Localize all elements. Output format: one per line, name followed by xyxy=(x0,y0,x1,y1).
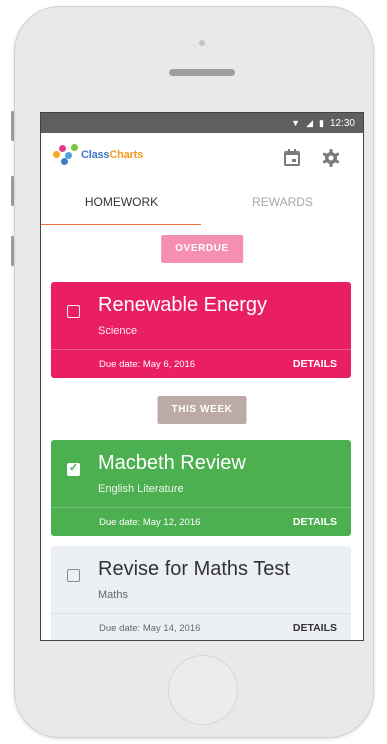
tab-bar: HOMEWORK REWARDS xyxy=(41,187,363,226)
homework-card[interactable]: Renewable Energy Science Due date: May 6… xyxy=(51,282,351,378)
homework-card[interactable]: ✓ Macbeth Review English Literature Due … xyxy=(51,440,351,536)
tab-rewards[interactable]: REWARDS xyxy=(202,187,363,225)
details-button[interactable]: DETAILS xyxy=(293,358,337,370)
classcharts-logo: ClassCharts xyxy=(53,143,143,167)
status-time: 12:30 xyxy=(329,117,355,129)
section-label-this-week: THIS WEEK xyxy=(157,396,247,424)
calendar-icon[interactable] xyxy=(281,147,303,169)
homework-card[interactable]: Revise for Maths Test Maths Due date: Ma… xyxy=(51,546,351,640)
checkmark-icon: ✓ xyxy=(69,462,79,474)
app-bar: ClassCharts xyxy=(41,133,363,187)
tab-homework[interactable]: HOMEWORK xyxy=(41,187,202,225)
phone-speaker xyxy=(169,69,235,76)
details-button[interactable]: DETAILS xyxy=(293,516,337,528)
homework-subject: Maths xyxy=(98,589,128,601)
gear-icon[interactable] xyxy=(320,147,342,169)
phone-side-button xyxy=(11,176,14,206)
wifi-icon: ▼ xyxy=(291,118,301,128)
homework-title: Revise for Maths Test xyxy=(98,558,290,580)
homework-subject: Science xyxy=(98,325,138,337)
homework-subject: English Literature xyxy=(98,483,184,495)
homework-title: Renewable Energy xyxy=(98,294,267,316)
battery-icon: ▮ xyxy=(319,117,324,128)
section-label-overdue: OVERDUE xyxy=(161,235,243,263)
phone-screen: ▼ ◢ ▮ 12:30 ClassCharts HOMEWORK REWARDS… xyxy=(41,113,363,640)
signal-icon: ◢ xyxy=(306,117,314,128)
complete-checkbox[interactable]: ✓ xyxy=(67,462,80,476)
complete-checkbox[interactable] xyxy=(67,569,80,582)
phone-camera xyxy=(199,40,205,46)
logo-mark-icon xyxy=(53,143,79,167)
due-date: Due date: May 12, 2016 xyxy=(99,517,201,528)
logo-text-class: Class xyxy=(81,149,110,161)
logo-text-charts: Charts xyxy=(109,149,144,161)
phone-side-button xyxy=(11,236,14,266)
homework-list: OVERDUE Renewable Energy Science Due dat… xyxy=(41,225,363,640)
homework-title: Macbeth Review xyxy=(98,452,246,474)
phone-side-button xyxy=(11,111,14,141)
due-date: Due date: May 6, 2016 xyxy=(99,359,196,370)
complete-checkbox[interactable] xyxy=(67,305,80,318)
status-bar: ▼ ◢ ▮ 12:30 xyxy=(41,113,363,133)
home-button[interactable] xyxy=(168,655,238,725)
due-date: Due date: May 14, 2016 xyxy=(99,623,201,634)
details-button[interactable]: DETAILS xyxy=(293,622,337,634)
